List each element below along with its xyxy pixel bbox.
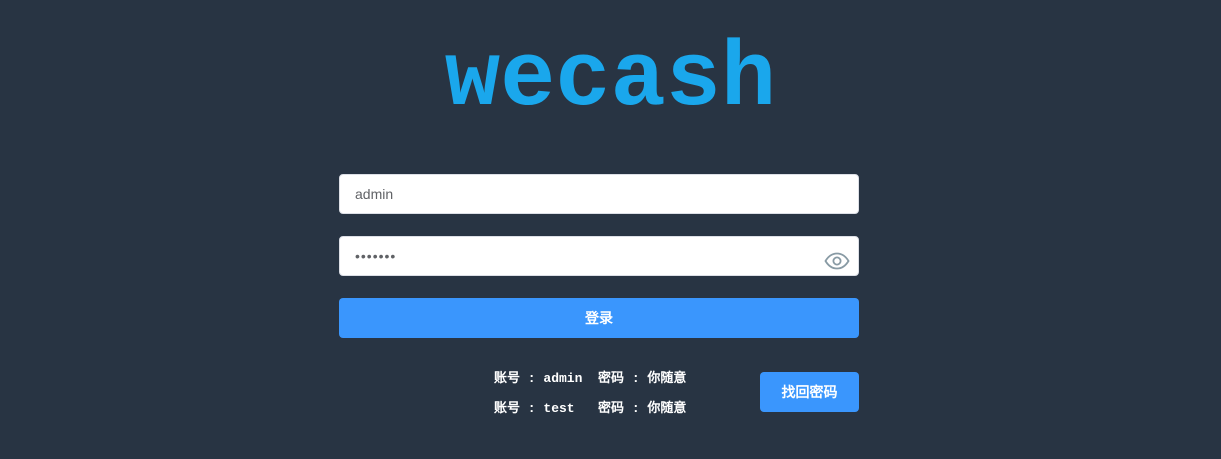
app-logo: wecash (444, 27, 777, 132)
tip-admin-account: 账号 : admin 密码 : 你随意 (494, 371, 687, 386)
account-tips: 账号 : admin 密码 : 你随意 账号 : test 密码 : 你随意 (494, 368, 686, 428)
recover-password-button[interactable]: 找回密码 (760, 372, 859, 412)
eye-icon[interactable] (824, 252, 850, 270)
tip-test-account: 账号 : test 密码 : 你随意 (494, 401, 687, 416)
username-field[interactable] (339, 174, 859, 214)
password-input[interactable] (340, 237, 858, 275)
password-field[interactable] (339, 236, 859, 276)
login-button[interactable]: 登录 (339, 298, 859, 338)
username-input[interactable] (340, 175, 858, 213)
